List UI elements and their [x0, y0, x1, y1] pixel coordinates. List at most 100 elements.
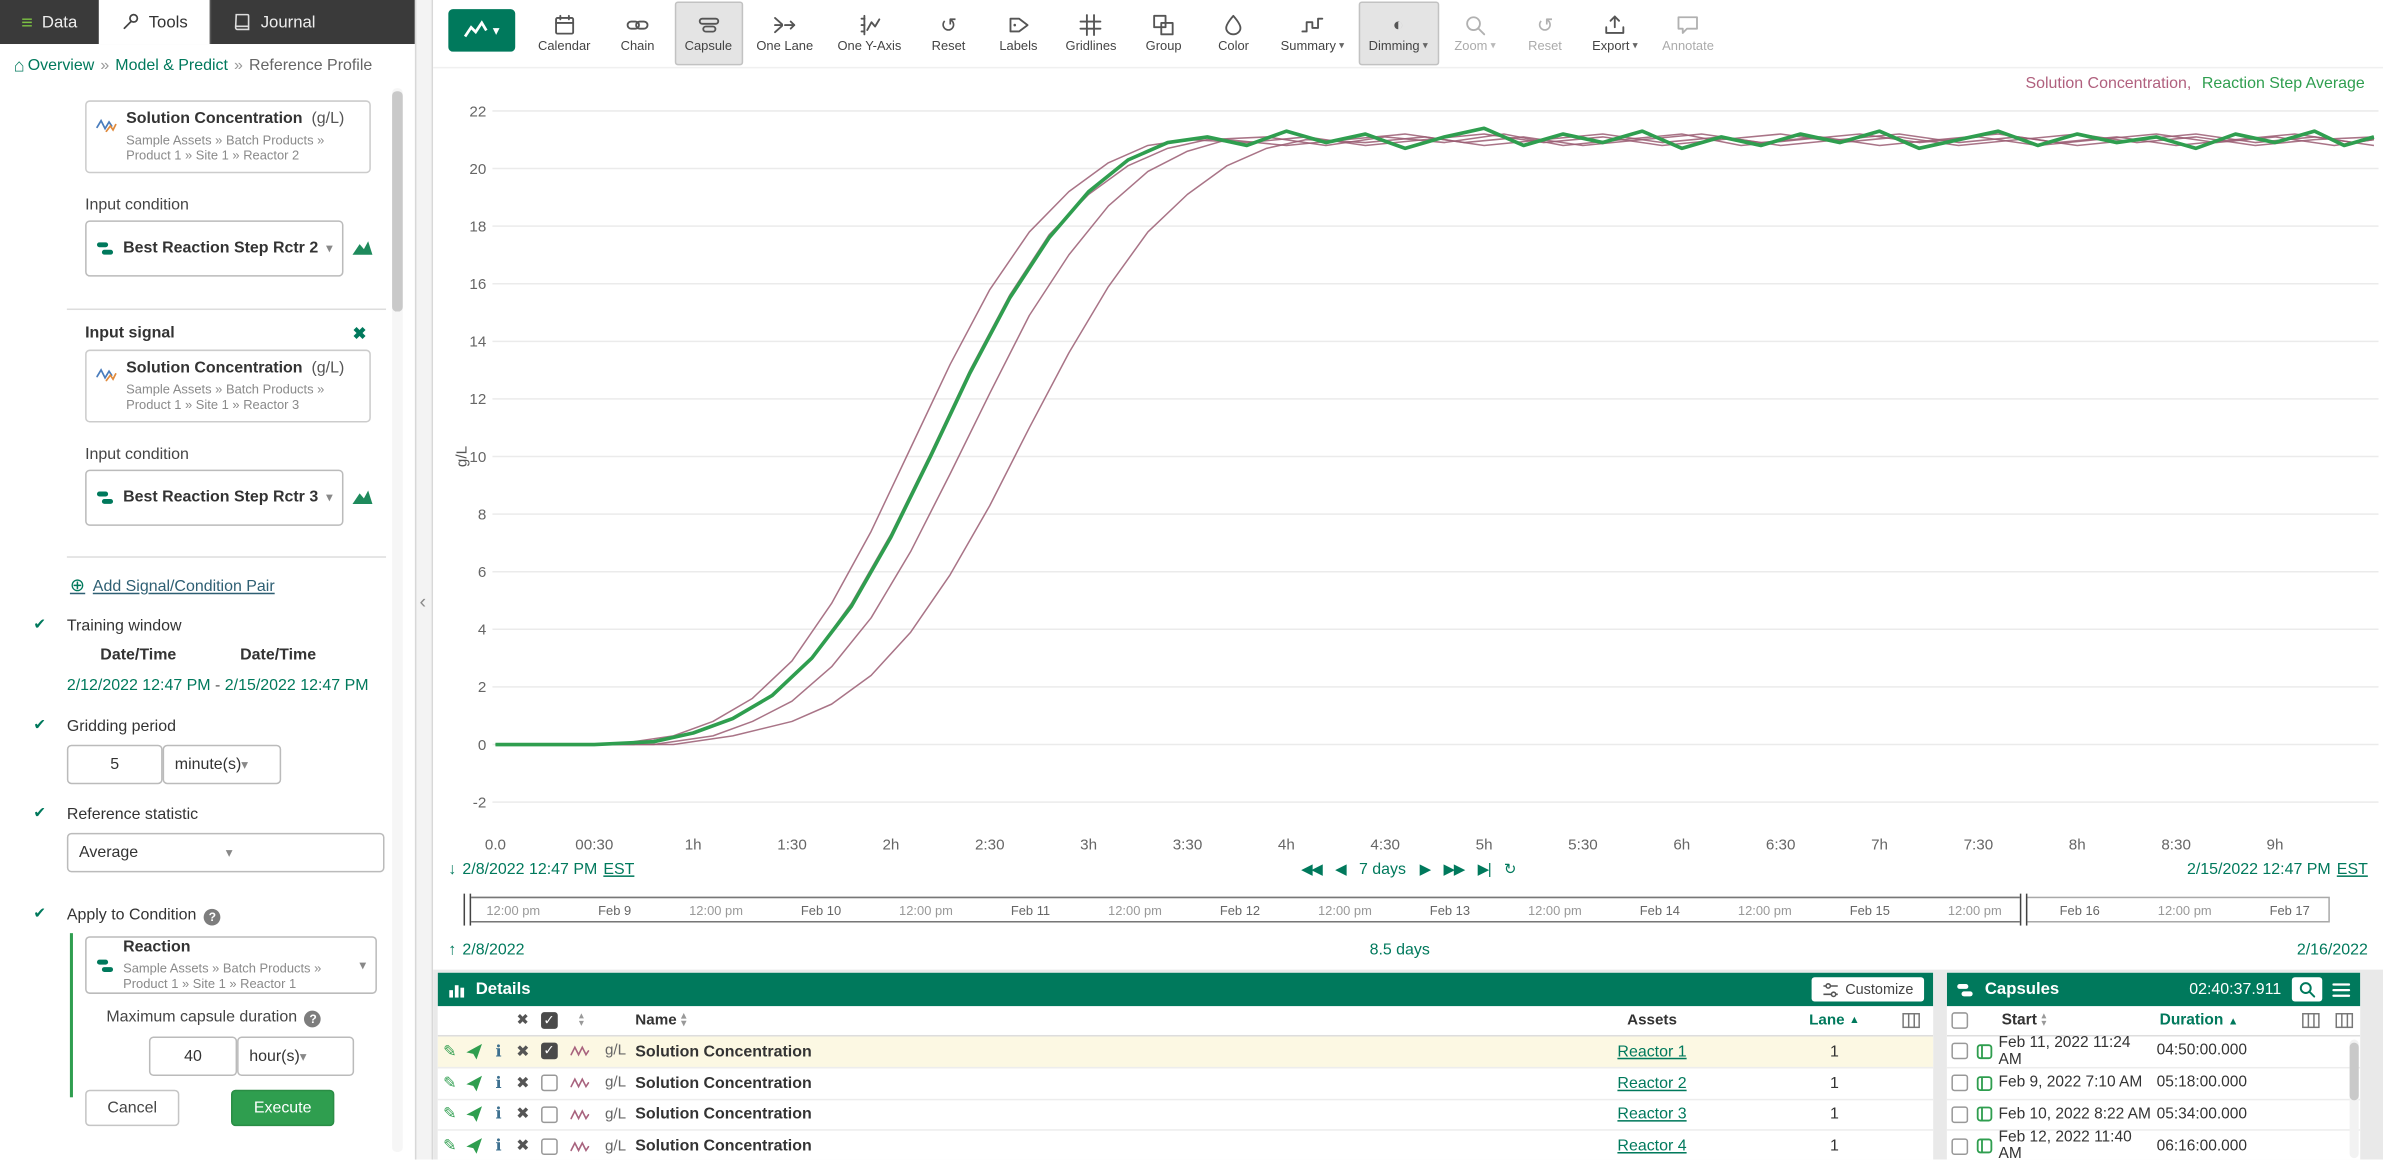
toolbar-button-color[interactable]: Color — [1200, 2, 1267, 66]
remove-all-icon[interactable] — [511, 1012, 535, 1029]
condition-dropdown-1[interactable]: Best Reaction Step Rctr 2 — [85, 220, 343, 276]
asset-link[interactable]: Reactor 2 — [1617, 1074, 1686, 1092]
send-icon[interactable] — [462, 1106, 486, 1124]
tab-data[interactable]: Data — [0, 0, 99, 44]
timezone-link[interactable]: EST — [603, 860, 634, 878]
scrollbar-thumb[interactable] — [392, 91, 403, 311]
select-all-checkbox[interactable] — [540, 1012, 557, 1029]
asset-link[interactable]: Reactor 1 — [1617, 1042, 1686, 1060]
breadcrumb-model-predict[interactable]: Model & Predict — [115, 55, 228, 73]
add-signal-condition-pair-link[interactable]: Add Signal/Condition Pair — [70, 574, 275, 595]
execute-button[interactable]: Execute — [231, 1090, 334, 1126]
legend-item-reaction-step-average[interactable]: Reaction Step Average — [2202, 74, 2365, 92]
trend-chart-svg[interactable]: 2220181614121086420-2g/L0.000:301h1:302h… — [454, 94, 2381, 866]
home-icon[interactable] — [14, 54, 25, 75]
max-duration-input[interactable] — [149, 1037, 237, 1077]
asset-link[interactable]: Reactor 4 — [1617, 1137, 1686, 1155]
name-column-header[interactable]: Name▴▾ — [635, 1012, 1523, 1029]
toolbar-button-calendar[interactable]: Calendar — [527, 2, 601, 66]
range-handle-right[interactable] — [2020, 894, 2028, 926]
details-row[interactable]: g/LSolution ConcentrationReactor 11 — [438, 1037, 1933, 1069]
toolbar-button-reset[interactable]: Reset — [915, 2, 982, 66]
refresh-button[interactable] — [1504, 861, 1515, 878]
columns-config-icon[interactable] — [2293, 1011, 2326, 1031]
customize-button[interactable]: Customize — [1812, 977, 1924, 1001]
asset-swap-icon[interactable] — [351, 236, 374, 259]
capsules-search-button[interactable] — [2292, 977, 2322, 1001]
row-checkbox[interactable] — [540, 1106, 557, 1123]
condition-dropdown-2[interactable]: Best Reaction Step Rctr 3 — [85, 470, 343, 526]
toolbar-button-reset-disabled[interactable]: Reset — [1512, 2, 1579, 66]
cancel-button[interactable]: Cancel — [85, 1090, 179, 1126]
step-backward-button[interactable]: ◀ — [1335, 861, 1345, 878]
range-handle-left[interactable] — [464, 894, 472, 926]
max-duration-unit-select[interactable]: hour(s) — [237, 1037, 354, 1077]
gridding-unit-select[interactable]: minute(s) — [163, 745, 282, 785]
row-checkbox[interactable] — [1951, 1043, 1968, 1060]
range-start-date[interactable]: 2/8/2022 — [448, 941, 524, 959]
table-view-icon[interactable] — [2327, 1011, 2360, 1031]
toolbar-button-capsule[interactable]: Capsule — [674, 2, 743, 66]
details-row[interactable]: g/LSolution ConcentrationReactor 21 — [438, 1068, 1933, 1100]
row-checkbox[interactable] — [540, 1138, 557, 1155]
fast-backward-button[interactable]: ◀◀ — [1301, 861, 1321, 878]
help-icon[interactable] — [204, 909, 221, 926]
toolbar-button-group[interactable]: Group — [1130, 2, 1197, 66]
timezone-link[interactable]: EST — [2337, 860, 2368, 878]
capsules-list-button[interactable] — [2331, 978, 2351, 1001]
toolbar-button-zoom-disabled[interactable]: Zoom — [1442, 2, 1509, 66]
toolbar-button-chain[interactable]: Chain — [604, 2, 671, 66]
step-forward-button[interactable]: ▶ — [1420, 861, 1430, 878]
row-checkbox[interactable] — [1951, 1106, 1968, 1123]
toolbar-button-annotate-disabled[interactable]: Annotate — [1652, 2, 1725, 66]
toolbar-button-one-lane[interactable]: One Lane — [746, 2, 824, 66]
toolbar-button-one-y-axis[interactable]: One Y-Axis — [827, 2, 912, 66]
tab-journal[interactable]: Journal — [209, 0, 337, 44]
edit-icon[interactable] — [438, 1137, 462, 1155]
edit-icon[interactable] — [438, 1074, 462, 1092]
assets-column-header[interactable]: Assets — [1523, 1012, 1781, 1029]
training-start[interactable]: 2/12/2022 12:47 PM — [67, 676, 211, 694]
input-signal-card-2[interactable]: Solution Concentration (g/L) Sample Asse… — [85, 350, 371, 422]
send-icon[interactable] — [462, 1137, 486, 1155]
start-column-header[interactable]: Start▴▾ — [2002, 1012, 2160, 1029]
scrollbar-thumb[interactable] — [2350, 1043, 2359, 1101]
capsule-row[interactable]: Feb 11, 2022 11:24 AM04:50:00.000 — [1947, 1037, 2360, 1069]
display-range-start[interactable]: 2/8/2022 12:47 PMEST — [448, 860, 634, 878]
remove-pair-icon[interactable] — [353, 324, 367, 344]
asset-swap-icon[interactable] — [351, 485, 374, 508]
lane-column-header[interactable]: Lane — [1781, 1012, 1887, 1029]
investigate-range-slider[interactable]: 12:00 pmFeb 912:00 pmFeb 1012:00 pmFeb 1… — [467, 897, 2330, 923]
fast-forward-button[interactable]: ▶▶ — [1444, 861, 1464, 878]
capsule-row[interactable]: Feb 12, 2022 11:40 AM06:16:00.000 — [1947, 1131, 2360, 1159]
remove-icon[interactable] — [511, 1074, 535, 1092]
row-checkbox[interactable] — [540, 1075, 557, 1092]
collapse-panel-icon[interactable] — [419, 590, 426, 613]
range-duration-label[interactable]: 7 days — [1359, 860, 1406, 878]
trend-chart[interactable]: 2220181614121086420-2g/L0.000:301h1:302h… — [454, 94, 2381, 866]
toolbar-button-summary[interactable]: Summary — [1270, 2, 1355, 66]
row-checkbox[interactable] — [1951, 1075, 1968, 1092]
edit-icon[interactable] — [438, 1106, 462, 1124]
panel-splitter[interactable] — [415, 0, 433, 1160]
range-end-date[interactable]: 2/16/2022 — [2297, 941, 2368, 959]
row-checkbox[interactable] — [540, 1043, 557, 1060]
details-row[interactable]: g/LSolution ConcentrationReactor 41 — [438, 1131, 1933, 1159]
input-signal-card-1[interactable]: Solution Concentration (g/L) Sample Asse… — [85, 100, 371, 172]
view-mode-button[interactable] — [448, 9, 515, 52]
edit-icon[interactable] — [438, 1042, 462, 1060]
range-span-label[interactable]: 8.5 days — [1370, 941, 1430, 959]
capsule-row[interactable]: Feb 10, 2022 8:22 AM05:34:00.000 — [1947, 1100, 2360, 1132]
send-icon[interactable] — [462, 1074, 486, 1092]
toolbar-button-export[interactable]: Export — [1581, 2, 1648, 66]
legend-item-solution-concentration[interactable]: Solution Concentration, — [2025, 74, 2191, 92]
info-icon[interactable] — [486, 1042, 510, 1060]
capsule-row[interactable]: Feb 9, 2022 7:10 AM05:18:00.000 — [1947, 1068, 2360, 1100]
columns-config-icon[interactable] — [1888, 1011, 1934, 1031]
info-icon[interactable] — [486, 1137, 510, 1155]
capsules-scrollbar[interactable] — [2350, 1040, 2359, 1159]
toolbar-button-gridlines[interactable]: Gridlines — [1055, 2, 1127, 66]
info-icon[interactable] — [486, 1074, 510, 1092]
breadcrumb-overview[interactable]: Overview — [28, 55, 95, 73]
row-checkbox[interactable] — [1951, 1138, 1968, 1155]
